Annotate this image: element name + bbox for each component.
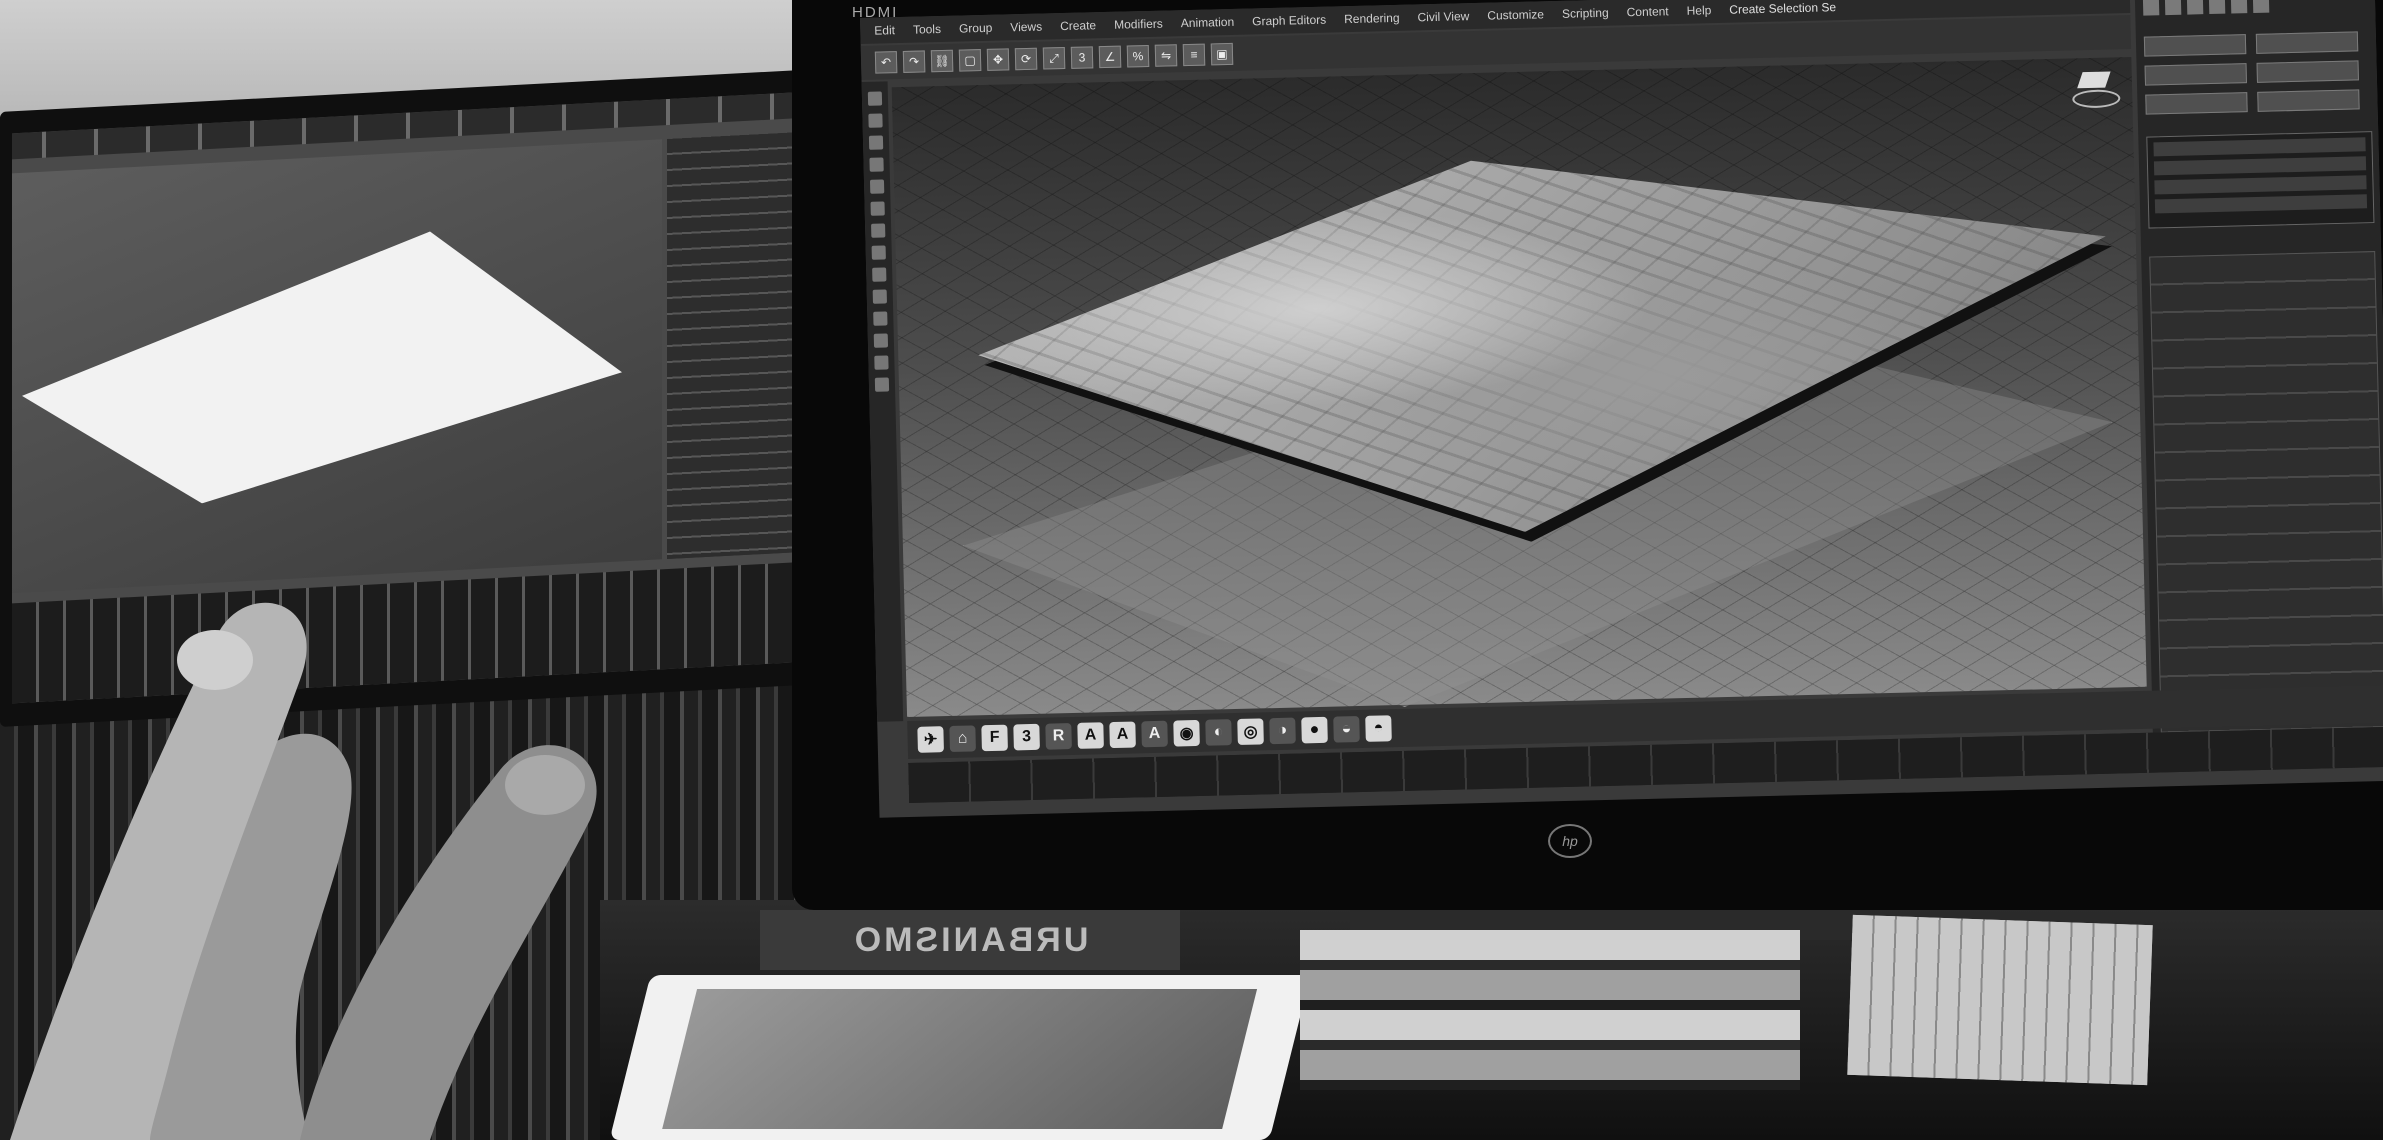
tool-icon[interactable] — [868, 113, 883, 128]
move-icon[interactable]: ✥ — [986, 48, 1010, 71]
shelf-glyph-a[interactable]: A — [1077, 722, 1104, 749]
list-item[interactable] — [2153, 137, 2366, 157]
phone-stack — [1300, 930, 1800, 1090]
main-screen: Edit Tools Group Views Create Modifiers … — [860, 0, 2383, 818]
tool-icon[interactable] — [871, 223, 886, 238]
menu-content[interactable]: Content — [1626, 4, 1668, 19]
list-item[interactable] — [2154, 194, 2368, 214]
menu-tools[interactable]: Tools — [913, 22, 941, 37]
shelf-tool-icon[interactable]: ◐ — [1205, 719, 1232, 746]
angle-snap-icon[interactable]: ∠ — [1098, 45, 1122, 69]
shelf-glyph-a[interactable]: A — [1141, 720, 1168, 748]
tool-icon[interactable] — [874, 355, 889, 370]
tool-icon[interactable] — [869, 179, 885, 194]
hierarchy-tab-icon[interactable] — [2186, 0, 2204, 15]
menu-edit[interactable]: Edit — [874, 23, 895, 38]
left-terrain-mesh — [22, 221, 622, 512]
link-icon[interactable]: ⛓ — [930, 49, 954, 73]
tool-icon[interactable] — [868, 135, 884, 150]
shelf-tool-icon[interactable]: F — [981, 724, 1008, 752]
render-icon[interactable]: ▣ — [1210, 42, 1234, 66]
shelf-tool-icon[interactable]: ◒ — [1333, 716, 1360, 743]
left-viewport[interactable] — [12, 139, 662, 594]
modify-tab-icon[interactable] — [2164, 0, 2182, 16]
tablet-screen — [662, 989, 1258, 1129]
list-item[interactable] — [2154, 175, 2367, 195]
tool-icon[interactable] — [873, 311, 888, 326]
tool-icon[interactable] — [874, 377, 890, 392]
percent-snap-icon[interactable]: % — [1126, 44, 1150, 68]
menu-civil-view[interactable]: Civil View — [1417, 9, 1469, 24]
tool-icon[interactable] — [870, 201, 885, 216]
perspective-viewport[interactable] — [891, 56, 2147, 717]
menu-rendering[interactable]: Rendering — [1344, 11, 1400, 26]
shelf-tool-icon[interactable]: ● — [1301, 716, 1328, 744]
shelf-tool-icon[interactable]: ◎ — [1237, 718, 1264, 745]
scale-icon[interactable]: ⤢ — [1042, 47, 1066, 70]
mirror-icon[interactable]: ⇋ — [1154, 44, 1178, 67]
menu-help[interactable]: Help — [1686, 3, 1711, 18]
modifier-stack[interactable] — [2146, 131, 2375, 229]
redo-icon[interactable]: ↷ — [902, 50, 926, 73]
hp-logo: hp — [1548, 824, 1592, 858]
menu-animation[interactable]: Animation — [1181, 15, 1235, 30]
modifier-button[interactable] — [2143, 34, 2247, 57]
menu-views[interactable]: Views — [1010, 20, 1042, 35]
selection-set-field[interactable]: Create Selection Se — [1729, 0, 1836, 17]
menu-create[interactable]: Create — [1060, 18, 1096, 33]
modifier-button[interactable] — [2256, 31, 2359, 54]
shelf-tool-icon[interactable]: ⌂ — [949, 725, 976, 753]
modifier-button[interactable] — [2144, 63, 2248, 86]
shelf-tool-icon[interactable]: ◉ — [1173, 719, 1200, 747]
command-panel-tabs — [2142, 0, 2368, 23]
list-item[interactable] — [2153, 156, 2367, 176]
tablet — [609, 975, 1311, 1140]
motion-tab-icon[interactable] — [2208, 0, 2226, 15]
display-tab-icon[interactable] — [2230, 0, 2248, 14]
hand — [10, 602, 597, 1140]
tool-icon[interactable] — [873, 333, 889, 348]
tool-icon[interactable] — [867, 91, 883, 106]
menu-graph-editors[interactable]: Graph Editors — [1252, 13, 1326, 29]
menu-customize[interactable]: Customize — [1487, 7, 1544, 22]
align-icon[interactable]: ≡ — [1182, 43, 1206, 67]
modifier-button[interactable] — [2145, 92, 2248, 115]
modifier-button[interactable] — [2257, 89, 2361, 112]
undo-icon[interactable]: ↶ — [874, 51, 898, 74]
tool-icon[interactable] — [872, 289, 887, 304]
utilities-tab-icon[interactable] — [2252, 0, 2270, 13]
command-panel — [2134, 0, 2383, 767]
shelf-tool-icon[interactable]: ✈ — [917, 726, 944, 753]
tool-icon[interactable] — [869, 157, 884, 172]
tool-icon[interactable] — [871, 245, 886, 260]
paper-drawing — [1847, 914, 2153, 1086]
tool-icon[interactable] — [872, 267, 887, 282]
shelf-glyph-a[interactable]: A — [1109, 721, 1136, 749]
menu-modifiers[interactable]: Modifiers — [1114, 17, 1163, 32]
shelf-glyph-r[interactable]: R — [1045, 723, 1072, 750]
menu-scripting[interactable]: Scripting — [1562, 6, 1609, 21]
parameters-rollout[interactable] — [2149, 251, 2383, 759]
snap-icon[interactable]: 3 — [1070, 46, 1094, 69]
viewcube-icon[interactable] — [2072, 71, 2121, 109]
shelf-glyph-3[interactable]: 3 — [1013, 723, 1040, 751]
shelf-tool-icon[interactable]: ◑ — [1269, 717, 1296, 745]
create-tab-icon[interactable] — [2142, 0, 2160, 16]
book-spine: URBANISMO — [760, 910, 1180, 970]
shelf-tool-icon[interactable]: ◓ — [1365, 715, 1392, 742]
menu-group[interactable]: Group — [959, 21, 993, 36]
rotate-icon[interactable]: ⟳ — [1014, 47, 1038, 71]
modifier-button[interactable] — [2256, 60, 2360, 83]
select-icon[interactable]: ▢ — [958, 49, 982, 72]
modifier-buttons — [2143, 27, 2370, 119]
